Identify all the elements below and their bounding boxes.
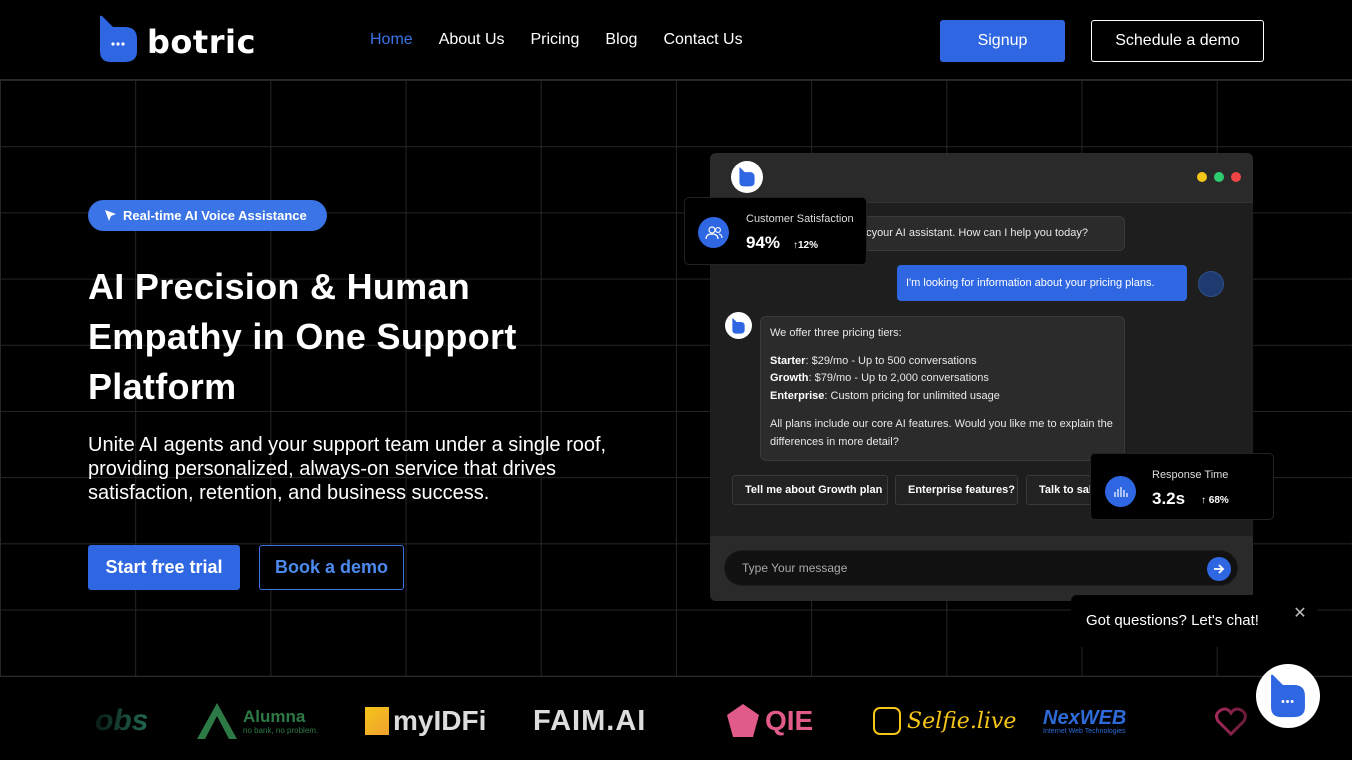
customer-satisfaction-card: Customer Satisfaction 94% ↑12% bbox=[684, 197, 867, 265]
satisfaction-delta: ↑12% bbox=[793, 240, 819, 251]
user-avatar bbox=[1198, 271, 1224, 297]
suggestion-growth-plan[interactable]: Tell me about Growth plan bbox=[732, 475, 888, 505]
bar-chart-icon bbox=[1105, 476, 1136, 507]
response-time-value: 3.2s bbox=[1152, 489, 1186, 508]
tier-starter: Starter: $29/mo - Up to 500 conversation… bbox=[770, 354, 977, 367]
bot-avatar-reply bbox=[725, 312, 752, 339]
camera-icon bbox=[873, 707, 901, 735]
hero-subtitle: Unite AI agents and your support team un… bbox=[88, 434, 607, 504]
user-message-text: I'm looking for information about your p… bbox=[906, 277, 1155, 289]
myidfi-mark-icon bbox=[365, 707, 389, 735]
message-placeholder: Type Your message bbox=[742, 561, 848, 575]
window-controls bbox=[1197, 172, 1241, 182]
satisfaction-label: Customer Satisfaction bbox=[746, 213, 854, 225]
book-demo-button[interactable]: Book a demo bbox=[259, 545, 404, 590]
logo-qie: QIE bbox=[725, 702, 813, 740]
user-message-bubble: I'm looking for information about your p… bbox=[897, 265, 1187, 301]
logo-selfie-live: Selfie.live bbox=[873, 702, 1016, 740]
logo-nexweb: NexWEB Internet Web Technologies bbox=[1043, 706, 1127, 735]
badge-label: Real-time AI Voice Assistance bbox=[123, 208, 307, 223]
nav-contact-us[interactable]: Contact Us bbox=[663, 31, 742, 49]
response-time-delta: ↑ 68% bbox=[1201, 495, 1229, 506]
maximize-dot bbox=[1214, 172, 1224, 182]
main-nav: Home About Us Pricing Blog Contact Us bbox=[370, 31, 769, 49]
nav-blog[interactable]: Blog bbox=[605, 31, 637, 49]
suggestion-enterprise-features[interactable]: Enterprise features? bbox=[895, 475, 1018, 505]
minimize-dot bbox=[1197, 172, 1207, 182]
site-header: botric Home About Us Pricing Blog Contac… bbox=[0, 0, 1352, 80]
close-icon[interactable]: ✕ bbox=[1293, 606, 1307, 622]
reply-outro: All plans include our core AI features. … bbox=[770, 418, 1113, 448]
schedule-demo-button[interactable]: Schedule a demo bbox=[1091, 20, 1264, 62]
satisfaction-value: 94% bbox=[746, 233, 781, 252]
qie-gem-icon bbox=[727, 704, 759, 737]
megaphone-icon bbox=[105, 210, 116, 221]
arrow-right-icon bbox=[1214, 564, 1225, 574]
alumna-mark-icon bbox=[197, 703, 237, 739]
chat-footer: Type Your message bbox=[710, 536, 1253, 601]
brand-name: botric bbox=[147, 23, 256, 61]
tier-growth: Growth: $79/mo - Up to 2,000 conversatio… bbox=[770, 372, 989, 384]
logo-alumna: Alumna no bank, no problem. bbox=[195, 702, 318, 740]
logo-strip-fade-left bbox=[0, 677, 170, 760]
chat-prompt-text: Got questions? Let's chat! bbox=[1086, 612, 1259, 629]
response-time-label: Response Time bbox=[1152, 469, 1229, 481]
users-icon bbox=[698, 217, 729, 248]
chat-launcher-button[interactable] bbox=[1256, 664, 1320, 728]
nav-pricing[interactable]: Pricing bbox=[531, 31, 580, 49]
chat-prompt-popup[interactable]: Got questions? Let's chat! ✕ bbox=[1071, 595, 1317, 647]
hero-title: AI Precision & Human Empathy in One Supp… bbox=[88, 266, 517, 407]
send-button[interactable] bbox=[1207, 557, 1231, 581]
start-free-trial-button[interactable]: Start free trial bbox=[88, 545, 240, 590]
logo-faim-ai: FAIM.AI bbox=[533, 704, 647, 737]
botric-bot-icon bbox=[739, 167, 755, 187]
client-logo-strip: obs Alumna no bank, no problem. myIDFi F… bbox=[0, 676, 1352, 760]
logo-myidfi: myIDFi bbox=[365, 702, 486, 740]
tier-enterprise: Enterprise: Custom pricing for unlimited… bbox=[770, 389, 1000, 402]
chat-header bbox=[710, 153, 1253, 203]
arrow-up-icon: ↑ bbox=[1201, 495, 1206, 506]
bot-pricing-bubble: We offer three pricing tiers: Starter: $… bbox=[760, 316, 1125, 461]
botric-logo-icon bbox=[99, 15, 138, 63]
response-time-card: Response Time 3.2s ↑ 68% bbox=[1090, 453, 1274, 520]
brand-logo[interactable]: botric bbox=[99, 15, 256, 63]
close-dot bbox=[1231, 172, 1241, 182]
nav-about-us[interactable]: About Us bbox=[439, 31, 505, 49]
nav-home[interactable]: Home bbox=[370, 31, 413, 49]
voice-assistance-badge: Real-time AI Voice Assistance bbox=[88, 200, 327, 231]
reply-intro: We offer three pricing tiers: bbox=[770, 327, 902, 339]
bot-avatar bbox=[731, 161, 763, 193]
botric-bot-icon bbox=[732, 317, 745, 334]
botric-chat-icon bbox=[1271, 674, 1305, 718]
signup-button[interactable]: Signup bbox=[940, 20, 1065, 62]
message-input[interactable]: Type Your message bbox=[724, 550, 1238, 586]
